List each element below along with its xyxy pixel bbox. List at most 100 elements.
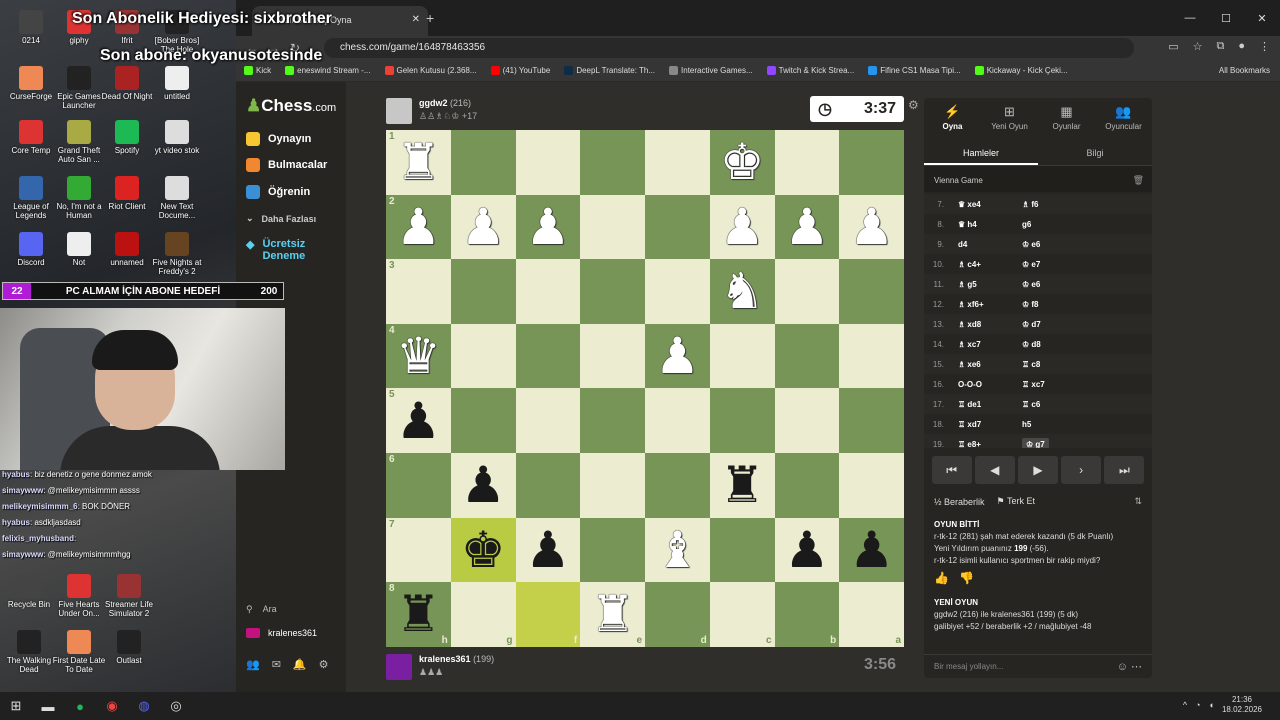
white-move[interactable]: ♗ g5: [952, 280, 1022, 289]
board-square[interactable]: [580, 388, 645, 453]
desktop-icon[interactable]: untitled: [150, 66, 204, 101]
black-pawn-icon[interactable]: ♟: [849, 525, 894, 575]
board-square[interactable]: [580, 452, 645, 518]
draw-button[interactable]: ½ Beraberlik: [934, 497, 985, 507]
board-square[interactable]: [515, 259, 581, 324]
sidebar-item-free-trial[interactable]: ◆ Ücretsiz Deneme: [246, 238, 305, 262]
desktop-icon[interactable]: Grand Theft Auto San ...: [52, 120, 106, 164]
desktop-icon[interactable]: Five Nights at Freddy's 2: [150, 232, 204, 276]
desktop-icon[interactable]: First Date Late To Date: [52, 630, 106, 674]
board-square[interactable]: [580, 259, 645, 324]
discord-icon[interactable]: ◍: [128, 692, 160, 720]
bottom-player-name[interactable]: kralenes361: [419, 654, 471, 664]
white-move[interactable]: ♛ h4: [952, 220, 1022, 229]
messages-icon[interactable]: ✉: [272, 658, 281, 671]
tab-games[interactable]: ▦ Oyunlar: [1038, 98, 1095, 138]
chat-message-input[interactable]: Bir mesaj yollayın... ☺ ⋯: [924, 654, 1152, 678]
board-square[interactable]: d: [645, 582, 710, 647]
white-move[interactable]: ♗ c4+: [952, 260, 1022, 269]
board-square[interactable]: [839, 259, 904, 324]
black-move[interactable]: ♔ e6: [1022, 240, 1092, 249]
friends-icon[interactable]: 👥: [246, 658, 260, 671]
board-square[interactable]: ♟: [515, 517, 581, 583]
board-square[interactable]: [450, 130, 516, 195]
desktop-icon[interactable]: Dead Of Night: [100, 66, 154, 101]
board-square[interactable]: [580, 517, 645, 583]
white-knight-icon[interactable]: ♞: [720, 266, 765, 316]
tab-moves[interactable]: Hamleler: [924, 138, 1038, 165]
black-move[interactable]: h5: [1022, 420, 1092, 429]
prev-move-icon[interactable]: ◀: [974, 456, 1015, 484]
bookmark-item[interactable]: eneswind Stream -...: [285, 66, 371, 75]
board-square[interactable]: ♟: [515, 194, 581, 260]
white-move[interactable]: ♗ xd8: [952, 320, 1022, 329]
board-square[interactable]: c: [709, 582, 775, 647]
black-pawn-icon[interactable]: ♟: [525, 525, 570, 575]
white-move[interactable]: ♖ xd7: [952, 420, 1022, 429]
white-move[interactable]: ♖ e8+: [952, 440, 1022, 449]
chrome-icon[interactable]: ◉: [96, 692, 128, 720]
bottom-player-avatar[interactable]: [386, 654, 412, 680]
bookmark-star-icon[interactable]: ☆: [1193, 40, 1203, 53]
trash-icon[interactable]: 🗑: [1133, 175, 1144, 186]
white-move[interactable]: ♗ xc7: [952, 340, 1022, 349]
board-square[interactable]: ♟: [709, 194, 775, 260]
board-square[interactable]: [774, 259, 840, 324]
white-move[interactable]: ♖ de1: [952, 400, 1022, 409]
white-pawn-icon[interactable]: ♟: [396, 202, 441, 252]
bookmark-item[interactable]: Kick: [244, 66, 271, 75]
last-move-icon[interactable]: ⏭: [1104, 456, 1145, 484]
maximize-icon[interactable]: ☐: [1208, 0, 1244, 36]
extensions-icon[interactable]: ⧉: [1216, 40, 1224, 53]
board-square[interactable]: ♟: [774, 517, 840, 583]
board-square[interactable]: ♟: [774, 194, 840, 260]
board-square[interactable]: [515, 388, 581, 453]
black-rook-icon[interactable]: ♜: [396, 589, 441, 639]
white-king-icon[interactable]: ♚: [720, 137, 765, 187]
white-queen-icon[interactable]: ♛: [396, 331, 441, 381]
black-move[interactable]: ♔ d7: [1022, 320, 1092, 329]
tab-info[interactable]: Bilgi: [1038, 138, 1152, 165]
black-rook-icon[interactable]: ♜: [720, 460, 765, 510]
sidebar-user[interactable]: kralenes361: [246, 628, 317, 638]
file-explorer-icon[interactable]: ▬: [32, 692, 64, 720]
desktop-icon[interactable]: New Text Docume...: [150, 176, 204, 220]
board-square[interactable]: 3: [386, 259, 451, 324]
board-square[interactable]: ♟: [839, 194, 904, 260]
board-square[interactable]: [580, 194, 645, 260]
board-square[interactable]: 1 ♜: [386, 130, 451, 195]
black-pawn-icon[interactable]: ♟: [396, 396, 441, 446]
desktop-icon[interactable]: Discord: [4, 232, 58, 267]
chess-logo[interactable]: ♟Chess.com: [246, 96, 336, 116]
board-square[interactable]: e ♜: [580, 582, 645, 647]
desktop-icon[interactable]: Five Hearts Under On...: [52, 574, 106, 618]
black-move[interactable]: ♔ g7: [1022, 437, 1049, 448]
close-tab-icon[interactable]: ✕: [412, 14, 420, 25]
board-square[interactable]: [645, 452, 710, 518]
desktop-icon[interactable]: Recycle Bin: [2, 574, 56, 609]
minimize-icon[interactable]: —: [1172, 0, 1208, 36]
white-pawn-icon[interactable]: ♟: [849, 202, 894, 252]
board-square[interactable]: 2 ♟: [386, 194, 451, 260]
bookmark-item[interactable]: DeepL Translate: Th...: [564, 66, 655, 75]
board-square[interactable]: 8 h ♜: [386, 582, 451, 647]
thumbs-up-icon[interactable]: 👍: [934, 571, 949, 585]
board-square[interactable]: ♚: [450, 517, 516, 583]
desktop-icon[interactable]: yt video stok: [150, 120, 204, 155]
desktop-icon[interactable]: Streamer Life Simulator 2: [102, 574, 156, 618]
white-rook-icon[interactable]: ♜: [396, 137, 441, 187]
board-square[interactable]: ♟: [839, 517, 904, 583]
tab-play[interactable]: ⚡ Oyna: [924, 98, 981, 138]
bookmark-item[interactable]: Twitch & Kick Strea...: [766, 66, 854, 75]
board-square[interactable]: 6: [386, 452, 451, 518]
tab-players[interactable]: 👥 Oyuncular: [1095, 98, 1152, 138]
tab-new-game[interactable]: ⊞ Yeni Oyun: [981, 98, 1038, 138]
obs-icon[interactable]: ◎: [160, 692, 192, 720]
desktop-icon[interactable]: The Walking Dead: [2, 630, 56, 674]
desktop-icon[interactable]: Not: [52, 232, 106, 267]
bookmark-item[interactable]: Kickaway - Kick Çeki...: [974, 66, 1068, 75]
sidebar-search[interactable]: ⚲ Ara: [246, 604, 277, 615]
close-window-icon[interactable]: ✕: [1244, 0, 1280, 36]
desktop-icon[interactable]: League of Legends: [4, 176, 58, 220]
sidebar-item-play[interactable]: Oynayın: [246, 132, 311, 146]
